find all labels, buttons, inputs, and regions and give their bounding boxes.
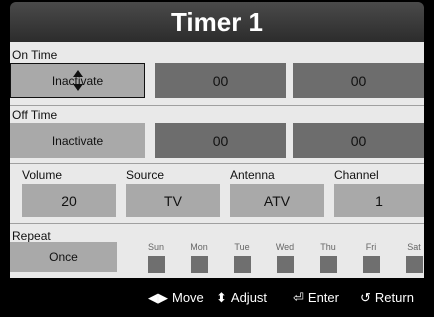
day-label-wed: Wed	[275, 242, 295, 252]
volume-label: Volume	[22, 168, 63, 182]
repeat-label: Repeat	[12, 229, 51, 243]
volume-field[interactable]: 20	[22, 184, 116, 217]
divider	[10, 223, 424, 224]
return-icon: ↺	[360, 289, 371, 305]
day-label-mon: Mon	[190, 242, 208, 252]
day-label-tue: Tue	[234, 242, 250, 252]
day-checkbox-thu[interactable]	[320, 256, 337, 273]
day-checkbox-mon[interactable]	[191, 256, 208, 273]
adjust-hint: ⬍ Adjust	[216, 278, 267, 317]
left-right-arrows-icon: ◀▶	[148, 289, 168, 305]
return-label: Return	[374, 290, 414, 305]
day-checkbox-fri[interactable]	[363, 256, 380, 273]
off-time-label: Off Time	[12, 108, 58, 122]
move-label: Move	[172, 290, 204, 305]
enter-hint: ⏎ Enter	[293, 278, 339, 317]
off-time-mode-selector[interactable]: Inactivate	[10, 123, 145, 158]
up-down-arrows-icon: ⬍	[216, 289, 227, 305]
down-arrow-icon	[72, 84, 83, 91]
channel-field[interactable]: 1	[334, 184, 424, 217]
divider	[10, 105, 424, 106]
day-checkbox-sat[interactable]	[406, 256, 423, 273]
enter-label: Enter	[307, 290, 339, 305]
move-hint: ◀▶ Move	[148, 278, 204, 317]
day-label-thu: Thu	[320, 242, 336, 252]
adjust-label: Adjust	[230, 290, 268, 305]
off-time-minute[interactable]: 00	[293, 123, 424, 158]
antenna-label: Antenna	[230, 168, 275, 182]
divider	[10, 163, 424, 164]
source-field[interactable]: TV	[126, 184, 220, 217]
on-time-minute[interactable]: 00	[293, 63, 424, 98]
up-arrow-icon	[72, 70, 83, 77]
dialog-title: Timer 1	[10, 2, 424, 42]
day-checkbox-sun[interactable]	[148, 256, 165, 273]
antenna-field[interactable]: ATV	[230, 184, 324, 217]
on-time-mode-selector[interactable]: Inactivate	[10, 63, 145, 98]
timer-screen: Timer 1 On Time Inactivate 00 00 Off Tim…	[0, 0, 434, 317]
off-time-hour[interactable]: 00	[155, 123, 286, 158]
return-hint: ↺ Return	[360, 278, 414, 317]
on-time-label: On Time	[12, 48, 58, 62]
on-time-hour[interactable]: 00	[155, 63, 286, 98]
day-label-fri: Fri	[365, 242, 377, 252]
repeat-field[interactable]: Once	[10, 242, 117, 272]
day-label-sun: Sun	[147, 242, 164, 252]
channel-label: Channel	[334, 168, 379, 182]
day-checkbox-wed[interactable]	[277, 256, 294, 273]
enter-icon: ⏎	[293, 289, 304, 305]
timer-panel: On Time Inactivate 00 00 Off Time Inacti…	[10, 42, 424, 278]
source-label: Source	[126, 168, 165, 182]
day-checkbox-tue[interactable]	[234, 256, 251, 273]
footer-help-bar: ◀▶ Move ⬍ Adjust ⏎ Enter ↺ Return	[10, 278, 424, 317]
day-label-sat: Sat	[407, 242, 421, 252]
